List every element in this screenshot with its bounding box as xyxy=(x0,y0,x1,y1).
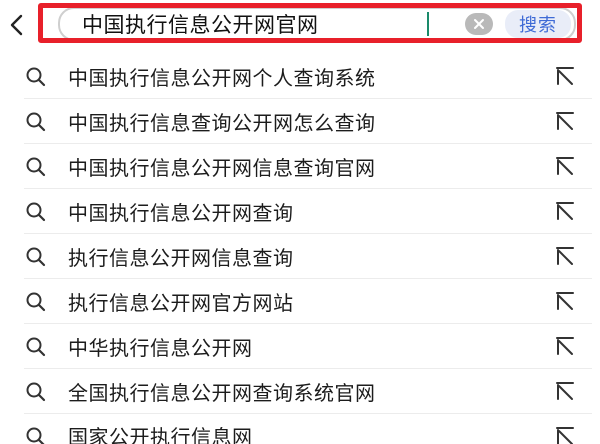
arrow-up-left-icon xyxy=(556,246,574,265)
suggestion-text: 执行信息公开网信息查询 xyxy=(68,246,294,270)
suggestion-text: 全国执行信息公开网查询系统官网 xyxy=(68,381,376,405)
suggestion-text: 中华执行信息公开网 xyxy=(68,336,253,360)
suggestion-text: 中国执行信息公开网信息查询官网 xyxy=(68,156,376,180)
suggestion-item[interactable]: 中国执行信息公开网个人查询系统 xyxy=(0,54,600,99)
arrow-up-left-icon xyxy=(556,201,574,220)
fill-query-button[interactable] xyxy=(550,243,578,271)
search-icon xyxy=(24,425,48,444)
suggestion-item[interactable]: 中华执行信息公开网 xyxy=(0,324,600,369)
suggestion-item[interactable]: 中国执行信息公开网查询 xyxy=(0,189,600,234)
suggestion-item[interactable]: 执行信息公开网官方网站 xyxy=(0,279,600,324)
suggestion-text: 国家公开执行信息网 xyxy=(68,426,253,444)
suggestion-text: 中国执行信息公开网查询 xyxy=(68,201,294,225)
arrow-up-left-icon xyxy=(556,291,574,310)
arrow-up-left-icon xyxy=(556,66,574,85)
suggestion-item[interactable]: 国家公开执行信息网 xyxy=(0,414,600,444)
suggestion-text: 中国执行信息查询公开网怎么查询 xyxy=(68,111,376,135)
search-screen: 搜索 中国执行信息公开网个人查询系统 中国执行信息查询公开网怎么查询 xyxy=(0,0,600,444)
suggestion-item[interactable]: 中国执行信息查询公开网怎么查询 xyxy=(0,99,600,144)
back-button[interactable] xyxy=(0,6,34,44)
fill-query-button[interactable] xyxy=(550,423,578,444)
chevron-left-icon xyxy=(10,14,23,36)
fill-query-button[interactable] xyxy=(550,333,578,361)
search-icon xyxy=(24,290,48,314)
search-header: 搜索 xyxy=(0,0,600,52)
search-icon xyxy=(24,335,48,359)
suggestion-text: 中国执行信息公开网个人查询系统 xyxy=(68,66,376,90)
fill-query-button[interactable] xyxy=(550,153,578,181)
search-icon xyxy=(24,200,48,224)
search-icon xyxy=(24,380,48,404)
arrow-up-left-icon xyxy=(556,381,574,400)
search-icon xyxy=(24,110,48,134)
suggestion-item[interactable]: 中国执行信息公开网信息查询官网 xyxy=(0,144,600,189)
search-icon xyxy=(24,155,48,179)
fill-query-button[interactable] xyxy=(550,378,578,406)
suggestion-item[interactable]: 全国执行信息公开网查询系统官网 xyxy=(0,369,600,414)
fill-query-button[interactable] xyxy=(550,288,578,316)
suggestion-list: 中国执行信息公开网个人查询系统 中国执行信息查询公开网怎么查询 中国执行信息公开… xyxy=(0,54,600,444)
highlight-frame xyxy=(38,3,582,43)
search-icon xyxy=(24,245,48,269)
fill-query-button[interactable] xyxy=(550,108,578,136)
suggestion-item[interactable]: 执行信息公开网信息查询 xyxy=(0,234,600,279)
fill-query-button[interactable] xyxy=(550,198,578,226)
search-icon xyxy=(24,65,48,89)
arrow-up-left-icon xyxy=(556,111,574,130)
suggestion-text: 执行信息公开网官方网站 xyxy=(68,291,294,315)
arrow-up-left-icon xyxy=(556,336,574,355)
arrow-up-left-icon xyxy=(556,156,574,175)
arrow-up-left-icon xyxy=(556,426,574,444)
fill-query-button[interactable] xyxy=(550,63,578,91)
